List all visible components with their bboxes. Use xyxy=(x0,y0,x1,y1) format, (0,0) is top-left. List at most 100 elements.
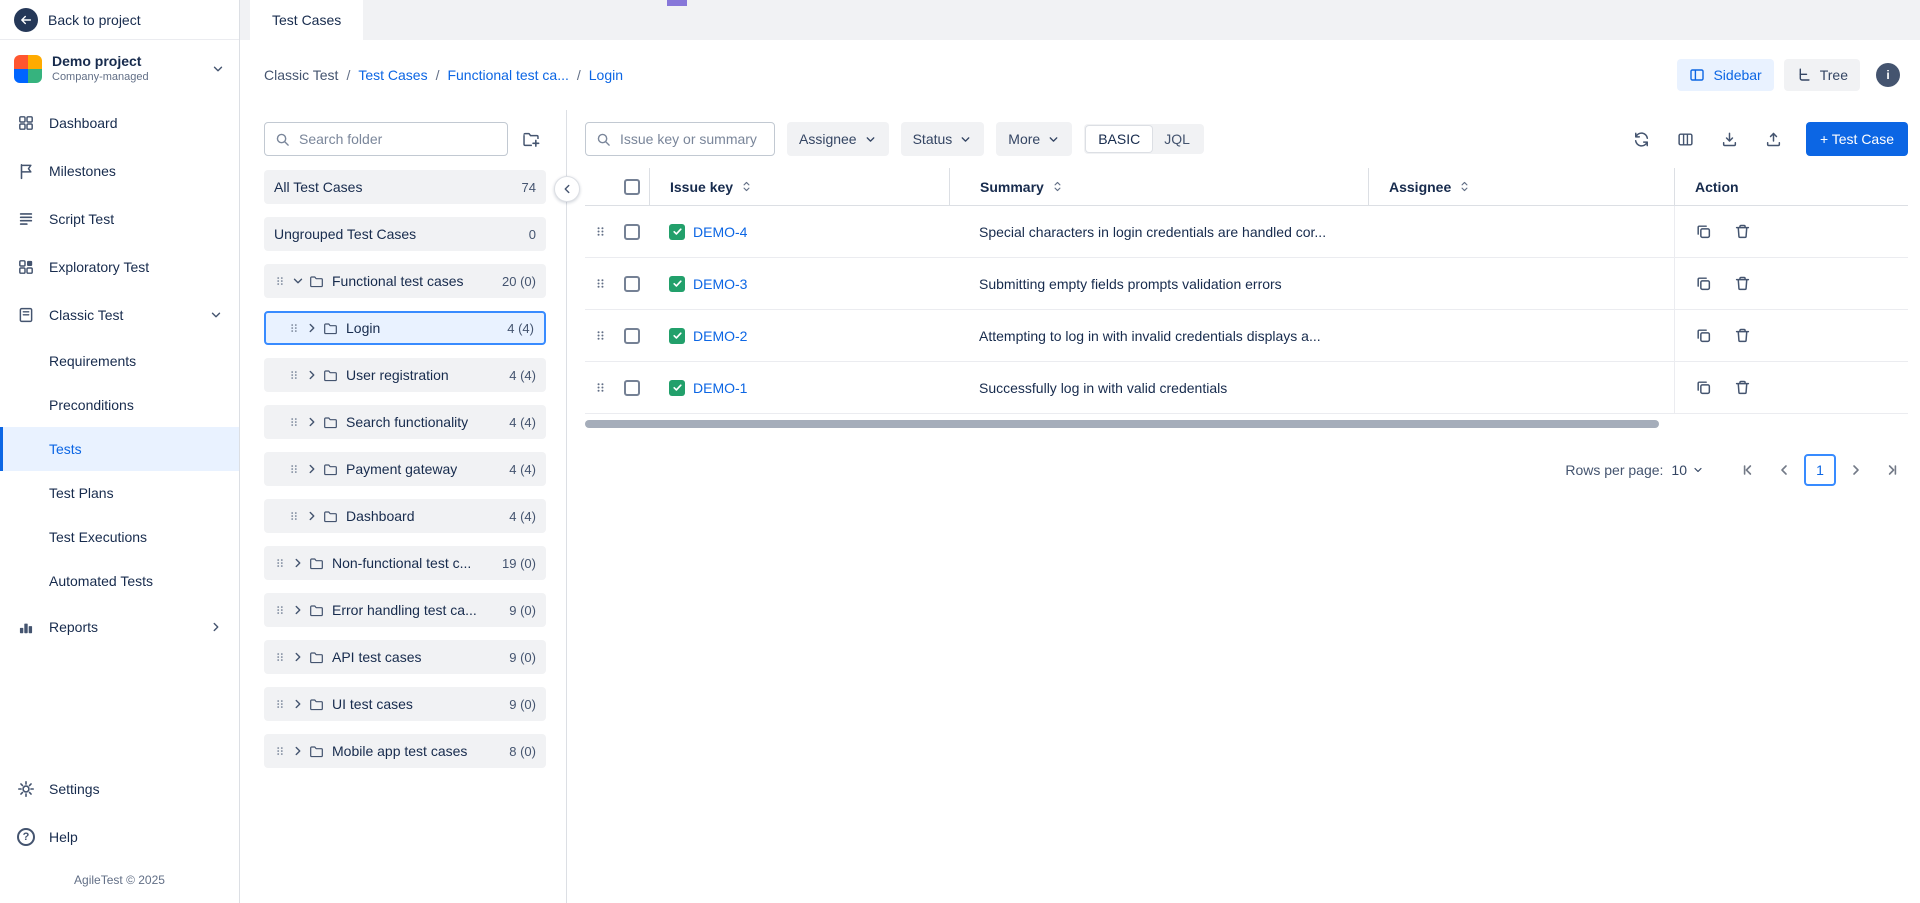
breadcrumb-item-test-cases[interactable]: Test Cases xyxy=(358,67,427,83)
drag-handle-icon[interactable] xyxy=(288,415,300,429)
row-drag-handle[interactable] xyxy=(585,380,615,395)
chevron-down-icon[interactable] xyxy=(291,274,305,288)
sidebar-item-requirements[interactable]: Requirements xyxy=(0,339,239,383)
first-page-button[interactable] xyxy=(1732,454,1764,486)
prev-page-button[interactable] xyxy=(1768,454,1800,486)
row-drag-handle[interactable] xyxy=(585,276,615,291)
folder-row-mobile-app-test-cases[interactable]: Mobile app test cases 8 (0) xyxy=(264,734,546,768)
row-checkbox[interactable] xyxy=(624,224,640,240)
folder-row-all-test-cases[interactable]: All Test Cases 74 xyxy=(264,170,546,204)
columns-button[interactable] xyxy=(1670,123,1702,155)
folder-row-user-registration[interactable]: User registration 4 (4) xyxy=(264,358,546,392)
chevron-right-icon[interactable] xyxy=(305,321,319,335)
sidebar-item-automated-tests[interactable]: Automated Tests xyxy=(0,559,239,603)
breadcrumb-item-classic-test[interactable]: Classic Test xyxy=(264,67,338,83)
page-1-button[interactable]: 1 xyxy=(1804,454,1836,486)
folder-row-non-functional[interactable]: Non-functional test c... 19 (0) xyxy=(264,546,546,580)
delete-button[interactable] xyxy=(1734,327,1751,344)
issue-key-link[interactable]: DEMO-3 xyxy=(693,276,747,292)
folder-row-payment-gateway[interactable]: Payment gateway 4 (4) xyxy=(264,452,546,486)
folder-row-functional-test-cases[interactable]: Functional test cases 20 (0) xyxy=(264,264,546,298)
select-all-checkbox[interactable] xyxy=(624,179,640,195)
copy-button[interactable] xyxy=(1695,275,1712,292)
sidebar-item-test-executions[interactable]: Test Executions xyxy=(0,515,239,559)
folder-row-api-test-cases[interactable]: API test cases 9 (0) xyxy=(264,640,546,674)
column-header-summary[interactable]: Summary xyxy=(949,168,1368,205)
drag-handle-icon[interactable] xyxy=(288,509,300,523)
folder-row-login[interactable]: Login 4 (4) xyxy=(264,311,546,345)
sidebar-item-settings[interactable]: Settings xyxy=(0,765,239,813)
issue-key-link[interactable]: DEMO-2 xyxy=(693,328,747,344)
export-button[interactable] xyxy=(1714,123,1746,155)
folder-search-input[interactable] xyxy=(297,130,497,148)
drag-handle-icon[interactable] xyxy=(274,556,286,570)
add-folder-button[interactable] xyxy=(516,124,546,154)
breadcrumb-item-login[interactable]: Login xyxy=(589,67,623,83)
tab-test-cases[interactable]: Test Cases xyxy=(250,0,363,40)
row-checkbox[interactable] xyxy=(624,328,640,344)
drag-handle-icon[interactable] xyxy=(288,462,300,476)
sidebar-item-classic-test[interactable]: Classic Test xyxy=(0,291,239,339)
delete-button[interactable] xyxy=(1734,379,1751,396)
back-button[interactable]: Back to project xyxy=(0,0,239,40)
chevron-right-icon[interactable] xyxy=(291,650,305,664)
delete-button[interactable] xyxy=(1734,223,1751,240)
issue-key-link[interactable]: DEMO-1 xyxy=(693,380,747,396)
sidebar-item-dashboard[interactable]: Dashboard xyxy=(0,99,239,147)
project-switcher[interactable]: Demo project Company-managed xyxy=(0,40,239,95)
column-header-assignee[interactable]: Assignee xyxy=(1368,168,1674,205)
folder-row-ui-test-cases[interactable]: UI test cases 9 (0) xyxy=(264,687,546,721)
refresh-button[interactable] xyxy=(1626,123,1658,155)
chevron-right-icon[interactable] xyxy=(305,509,319,523)
scrollbar-thumb[interactable] xyxy=(585,420,1659,428)
rows-per-page-select[interactable]: 10 xyxy=(1671,462,1704,478)
chevron-right-icon[interactable] xyxy=(291,697,305,711)
row-checkbox[interactable] xyxy=(624,276,640,292)
issue-key-link[interactable]: DEMO-4 xyxy=(693,224,747,240)
chevron-right-icon[interactable] xyxy=(291,744,305,758)
drag-handle-icon[interactable] xyxy=(274,274,286,288)
drag-handle-icon[interactable] xyxy=(288,321,300,335)
info-button[interactable]: i xyxy=(1876,63,1900,87)
copy-button[interactable] xyxy=(1695,223,1712,240)
sidebar-item-script-test[interactable]: Script Test xyxy=(0,195,239,243)
row-checkbox[interactable] xyxy=(624,380,640,396)
drag-handle-icon[interactable] xyxy=(288,368,300,382)
sidebar-item-test-plans[interactable]: Test Plans xyxy=(0,471,239,515)
sidebar-item-reports[interactable]: Reports xyxy=(0,603,239,651)
chevron-right-icon[interactable] xyxy=(305,462,319,476)
issue-search-input[interactable] xyxy=(618,130,764,148)
drag-handle-icon[interactable] xyxy=(274,744,286,758)
breadcrumb-item-functional-test-cases[interactable]: Functional test ca... xyxy=(447,67,568,83)
chevron-right-icon[interactable] xyxy=(305,368,319,382)
sidebar-item-help[interactable]: ? Help xyxy=(0,813,239,861)
drag-handle-icon[interactable] xyxy=(274,603,286,617)
folder-row-ungrouped[interactable]: Ungrouped Test Cases 0 xyxy=(264,217,546,251)
status-dropdown[interactable]: Status xyxy=(901,122,985,156)
drag-handle-icon[interactable] xyxy=(274,697,286,711)
sidebar-view-button[interactable]: Sidebar xyxy=(1677,59,1773,91)
next-page-button[interactable] xyxy=(1840,454,1872,486)
sidebar-item-exploratory-test[interactable]: Exploratory Test xyxy=(0,243,239,291)
new-test-case-button[interactable]: + Test Case xyxy=(1806,122,1908,156)
sidebar-item-milestones[interactable]: Milestones xyxy=(0,147,239,195)
copy-button[interactable] xyxy=(1695,327,1712,344)
folder-row-search-functionality[interactable]: Search functionality 4 (4) xyxy=(264,405,546,439)
folder-row-dashboard[interactable]: Dashboard 4 (4) xyxy=(264,499,546,533)
tree-view-button[interactable]: Tree xyxy=(1784,59,1860,91)
chevron-right-icon[interactable] xyxy=(305,415,319,429)
mode-basic[interactable]: BASIC xyxy=(1086,126,1152,152)
chevron-right-icon[interactable] xyxy=(291,603,305,617)
collapse-panel-button[interactable] xyxy=(554,176,580,202)
folder-row-error-handling[interactable]: Error handling test ca... 9 (0) xyxy=(264,593,546,627)
last-page-button[interactable] xyxy=(1876,454,1908,486)
sidebar-item-preconditions[interactable]: Preconditions xyxy=(0,383,239,427)
column-header-issue-key[interactable]: Issue key xyxy=(649,168,949,205)
more-dropdown[interactable]: More xyxy=(996,122,1072,156)
chevron-right-icon[interactable] xyxy=(291,556,305,570)
copy-button[interactable] xyxy=(1695,379,1712,396)
drag-handle-icon[interactable] xyxy=(274,650,286,664)
delete-button[interactable] xyxy=(1734,275,1751,292)
assignee-dropdown[interactable]: Assignee xyxy=(787,122,889,156)
sidebar-item-tests[interactable]: Tests xyxy=(0,427,239,471)
